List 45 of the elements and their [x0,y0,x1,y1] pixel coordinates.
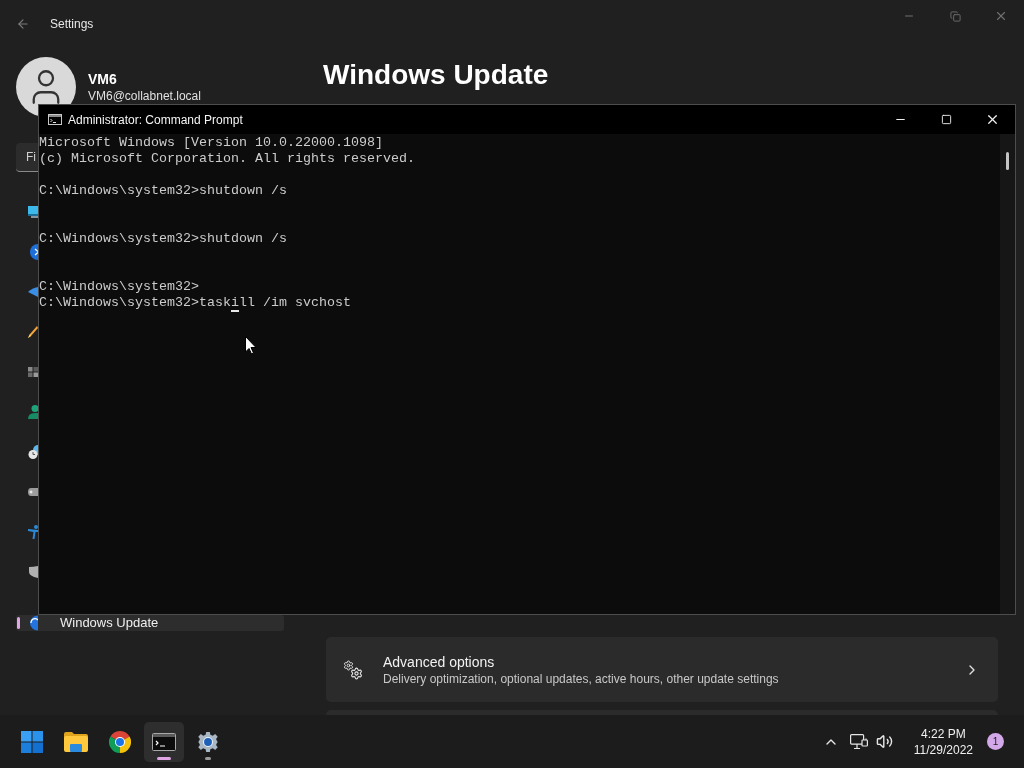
console-line: C:\Windows\system32> [39,279,199,294]
scrollbar[interactable] [1000,134,1015,614]
console-icon [48,114,62,125]
speaker-icon [876,733,894,750]
account-name: VM6 [88,70,118,88]
network-icon [849,733,868,750]
update-icon [27,615,38,631]
console-line: (c) Microsoft Corporation. All rights reserved. [39,151,415,166]
card-description: Delivery optimization, optional updates, active hours, other update settings [383,670,779,687]
mouse-pointer-icon [245,336,257,355]
people-icon [28,405,38,419]
notification-badge[interactable]: 1 [987,733,1004,750]
card-title: Advanced options [383,652,496,671]
console-line: C:\Windows\system32>shutdown /s [39,231,287,246]
gears-icon [343,659,363,680]
folder-icon [64,731,88,752]
monitor-icon [28,206,38,218]
page-title: Windows Update [323,58,549,92]
taskbar-app-button[interactable] [144,721,184,762]
close-icon [994,9,1008,23]
search-field[interactable]: Fi [16,143,38,172]
bluetooth-icon [30,244,38,260]
clock-button[interactable]: 4:22 PM 11/29/2022 [909,725,977,758]
windows-logo-icon [21,730,43,753]
sidebar-item[interactable]: Windows Update [16,615,284,631]
console-line: Microsoft Windows [Version 10.0.22000.1098] [39,135,383,150]
apps-icon [28,367,38,377]
gamepad-icon [28,488,38,496]
console-line: C:\Windows\system32>shutdown /s [39,183,287,198]
terminal-icon [152,732,176,751]
scrollbar-thumb[interactable] [1006,152,1009,170]
accessibility-icon [28,525,38,539]
chrome-icon [109,730,131,753]
brush-icon [28,326,38,338]
window-title: Settings [50,17,94,31]
wifi-icon [28,287,38,297]
settings-card[interactable]: Advanced options Delivery optimization, optional updates, active hours, other update settings [326,637,998,702]
shield-icon [28,566,38,578]
selection-indicator-icon [17,617,20,629]
console-title: Administrator: Command Prompt [68,112,243,127]
gear-icon [197,730,219,753]
console-input-line[interactable]: C:\Windows\system32>taskill /im svchost [39,295,351,312]
account-email: VM6@collabnet.local [88,88,201,104]
restore-icon [949,10,961,22]
maximize-icon [940,114,952,125]
